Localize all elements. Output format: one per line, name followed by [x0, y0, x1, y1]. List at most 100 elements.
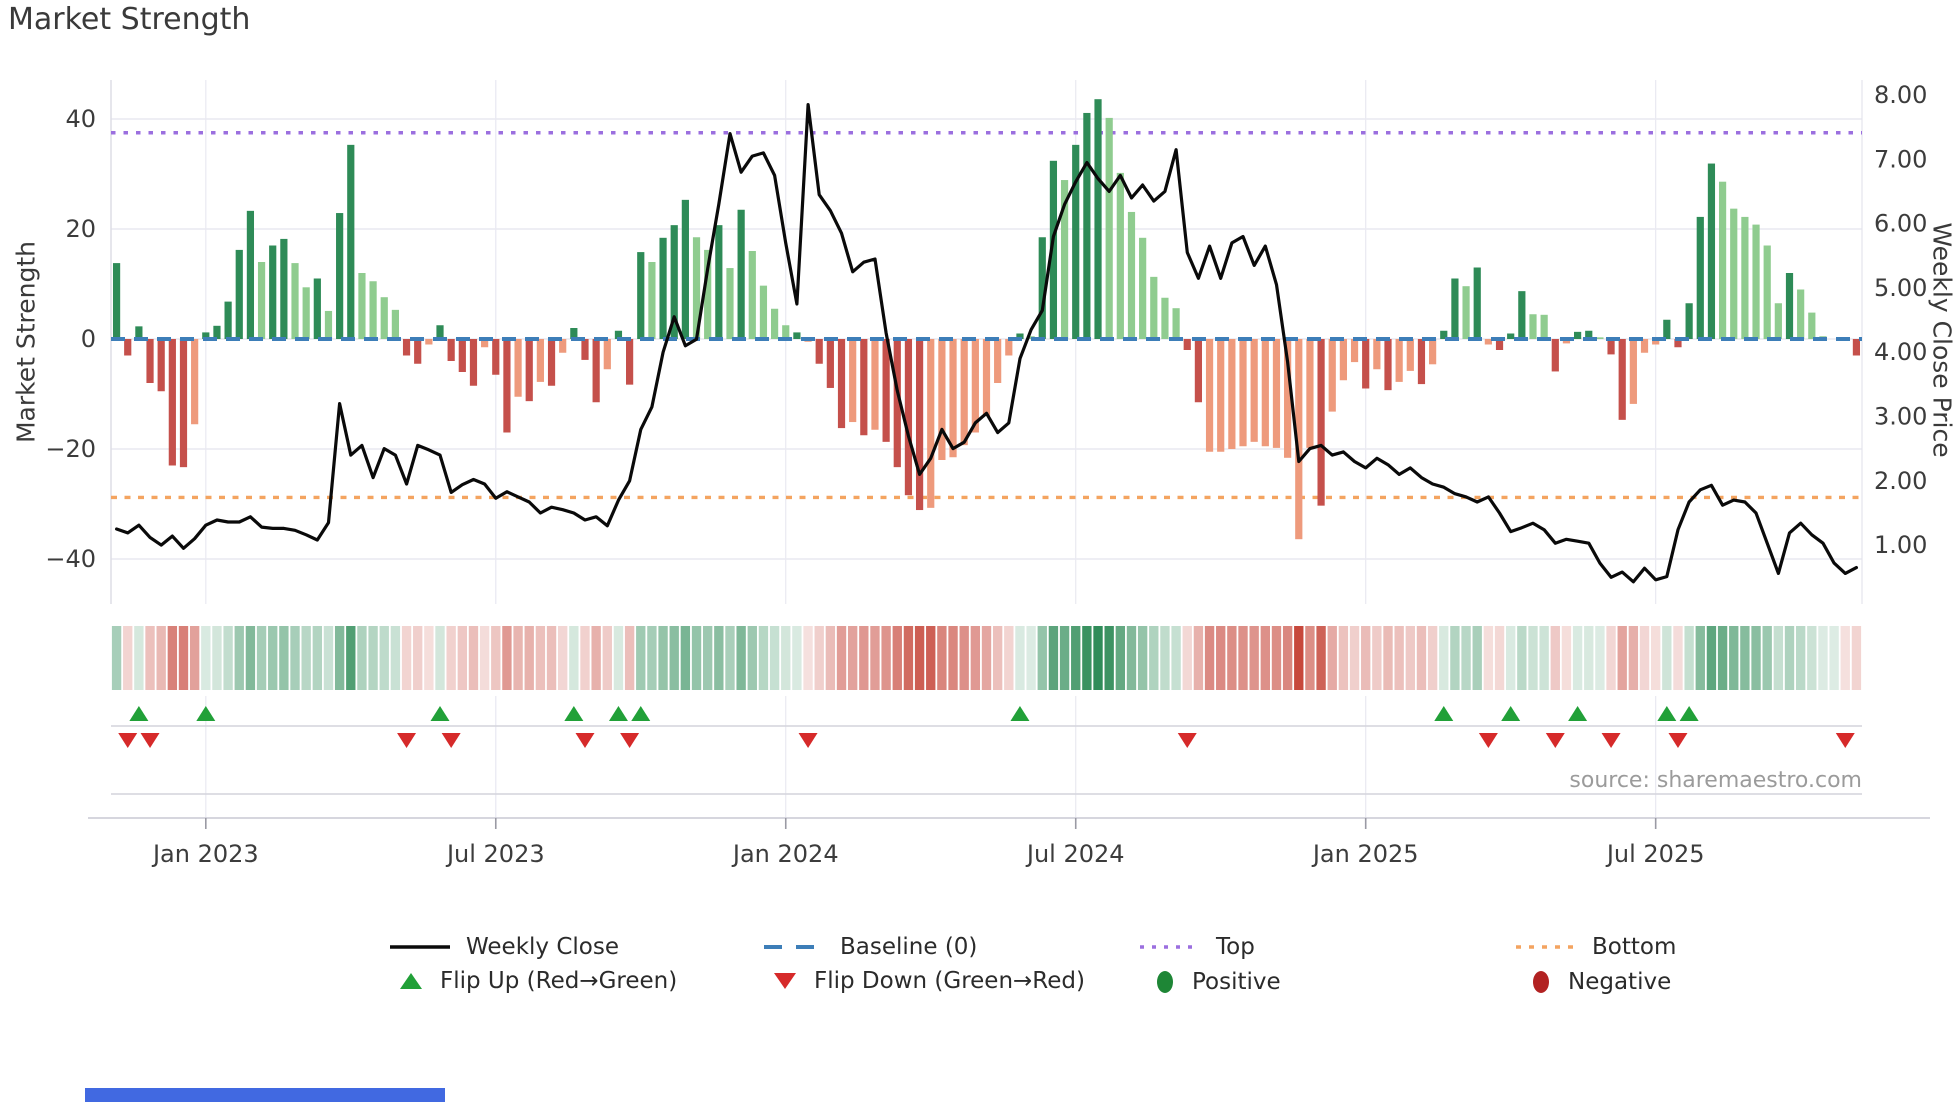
bar: [112, 263, 121, 339]
flip-down-marker: [1668, 733, 1688, 748]
legend-label: Flip Down (Green→Red): [814, 968, 1085, 994]
bar: [559, 339, 567, 353]
tick-labels: 40 20 0 −20 −40 8.00 7.00 6.00 5.00 4.00 3.00 2.00 1…: [45, 81, 1927, 868]
heat-cell: [725, 626, 735, 690]
heat-cell: [1807, 626, 1817, 690]
bar: [1507, 333, 1515, 339]
heat-cell: [937, 626, 947, 690]
flip-down-marker: [798, 733, 818, 748]
bar: [994, 339, 1002, 383]
bar: [626, 339, 634, 385]
heat-cell: [1282, 626, 1293, 690]
heat-cell: [903, 626, 914, 690]
legend-item-flip-up: Flip Up (Red→Green): [396, 968, 677, 994]
bar: [235, 249, 243, 339]
flip-down-marker: [1601, 733, 1621, 748]
left-axis-title: Market Strength: [11, 240, 41, 444]
heat-cell: [1238, 626, 1248, 690]
heat-cell: [1372, 626, 1382, 690]
bar: [269, 245, 277, 339]
bar: [1083, 112, 1091, 339]
weekly-close-line-swatch: [390, 945, 450, 949]
bar: [380, 297, 388, 339]
bottom-dotted-swatch: [1516, 945, 1576, 949]
bar: [324, 310, 333, 339]
bar: [1205, 339, 1214, 452]
bar: [1406, 339, 1414, 371]
heat-cell: [546, 626, 557, 690]
bar: [849, 339, 857, 423]
left-tick-label: −40: [45, 545, 96, 573]
flip-up-marker: [1657, 706, 1677, 721]
negative-dot-icon: [1533, 971, 1549, 993]
heat-cell: [636, 626, 646, 690]
heat-cell: [803, 626, 813, 690]
market-strength-figure: Market Strength 40 20 0 −20 −40 8.00 7.00 6.00 5…: [0, 0, 1960, 1102]
heat-cell: [1684, 626, 1694, 690]
right-tick-label: 2.00: [1874, 467, 1927, 495]
heat-cell: [1695, 626, 1705, 690]
heat-cell: [323, 626, 334, 690]
heat-cell: [1071, 626, 1081, 690]
heat-cell: [524, 626, 534, 690]
bar: [1317, 339, 1325, 506]
bar: [1105, 117, 1113, 340]
heat-cell: [1606, 626, 1616, 690]
legend-label: Weekly Close: [466, 934, 619, 960]
legend-label: Positive: [1192, 969, 1281, 995]
flip-up-marker: [1501, 706, 1521, 721]
bar: [369, 281, 377, 339]
heat-cell: [1439, 626, 1449, 690]
heat-cell: [1572, 626, 1583, 690]
heat-cell: [1193, 626, 1204, 690]
bar: [782, 325, 790, 339]
bar: [492, 339, 500, 375]
bar: [536, 339, 544, 382]
legend-label: Bottom: [1592, 934, 1677, 960]
x-tick-label: Jul 2024: [1025, 840, 1125, 868]
bar: [1094, 99, 1102, 339]
bar: [1741, 216, 1749, 339]
flip-up-marker: [564, 706, 584, 721]
heat-cell: [1650, 626, 1661, 690]
bar: [1618, 339, 1626, 420]
bar: [1663, 319, 1671, 339]
heat-cell: [814, 626, 824, 690]
bar: [715, 225, 723, 339]
flip-down-marker: [575, 733, 595, 748]
heat-cell: [959, 626, 969, 690]
heat-cell: [424, 626, 434, 690]
flip-up-marker: [631, 706, 651, 721]
heat-cell: [1171, 626, 1181, 690]
bar: [1551, 339, 1559, 372]
heat-cell: [234, 626, 244, 690]
heat-cell: [1115, 626, 1126, 690]
bar: [1228, 339, 1236, 449]
bar: [592, 339, 600, 403]
heat-cell: [301, 626, 311, 690]
source-credit: source: sharemaestro.com: [1569, 768, 1862, 793]
heat-cell: [290, 626, 300, 690]
heat-cell: [1416, 626, 1427, 690]
bar: [581, 339, 589, 360]
heat-cell: [1026, 626, 1036, 690]
x-tick-label: Jan 2025: [1311, 840, 1419, 868]
flip-down-triangle-icon: [774, 973, 796, 989]
heat-cell: [123, 626, 133, 690]
bar: [246, 210, 255, 339]
heat-cell: [1405, 626, 1415, 690]
heat-cell: [1517, 626, 1527, 690]
x-tick-label: Jan 2024: [731, 840, 839, 868]
bar: [1328, 339, 1336, 412]
bar: [291, 263, 299, 339]
bar: [1139, 237, 1147, 339]
heat-cell: [1037, 626, 1047, 690]
heat-cell: [792, 626, 802, 690]
bar: [1696, 216, 1704, 339]
heat-cell: [1617, 626, 1627, 690]
heat-cell: [1595, 626, 1605, 690]
heat-cell: [591, 626, 601, 690]
bar: [860, 339, 868, 436]
heat-cell: [1818, 626, 1828, 690]
heat-cell: [1740, 626, 1750, 690]
